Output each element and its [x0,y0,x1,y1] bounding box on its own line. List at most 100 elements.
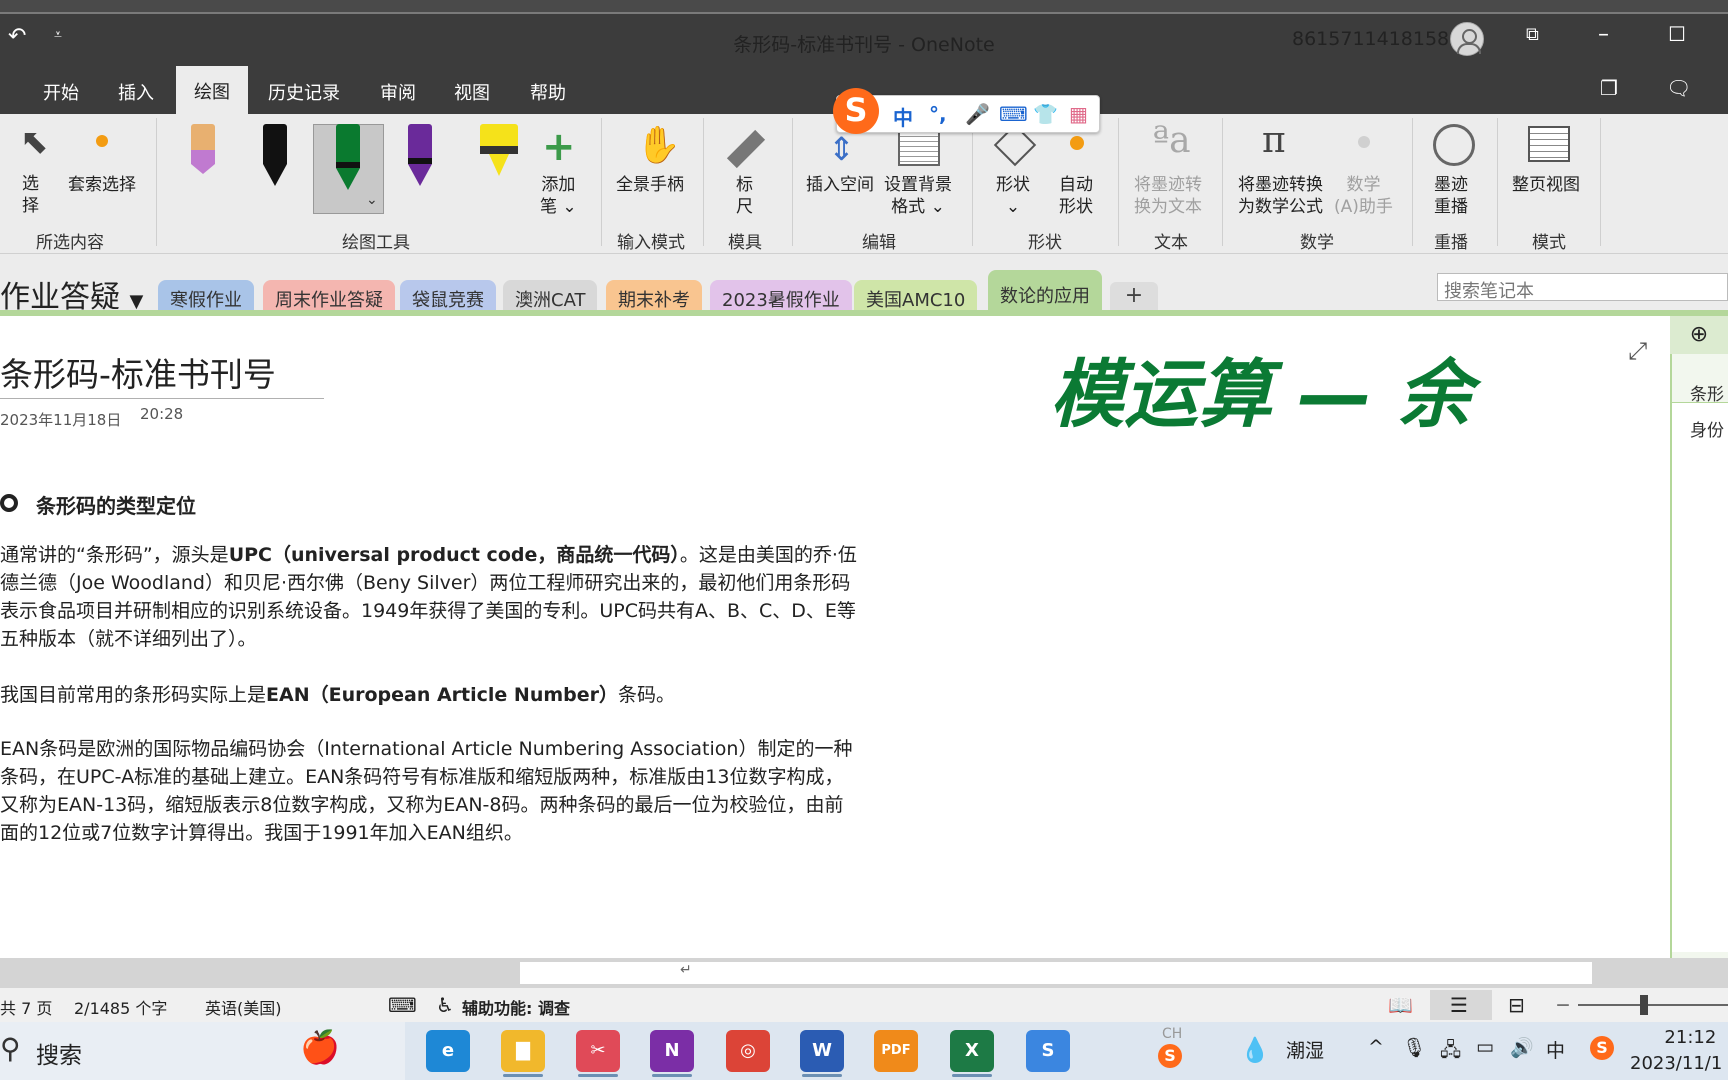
group-label-shapes: 形状 [1028,233,1062,253]
tab-home[interactable]: 开始 [43,79,79,105]
scroll-marker: ↵ [680,962,692,978]
zoom-out-icon[interactable]: － [1555,992,1571,1016]
taskbar-clock[interactable]: 21:12 2023/11/1 [1630,1025,1722,1077]
insert-space-button[interactable]: 插入空间 [806,174,874,196]
select-button[interactable]: 选 择 [22,173,39,217]
ribbon-display-icon[interactable]: ⧉ [1526,26,1539,44]
text-run: 条码。 [618,684,676,706]
ruler-button[interactable]: 标 尺 [736,174,753,218]
paragraph-ean-intro[interactable]: 我国目前常用的条形码实际上是EAN（European Article Numbe… [0,681,860,709]
ime-voice-icon[interactable]: 🎤 [965,102,990,126]
accessibility-status[interactable]: 辅助功能: 调查 [462,995,570,1019]
taskbar-app-sogou[interactable]: S [1026,1030,1070,1072]
ime-toolbox-icon[interactable]: ▦ [1069,102,1088,126]
section-tab[interactable]: 袋鼠竞赛 [400,280,496,311]
pen-body [408,124,432,164]
ime-language-indicator[interactable]: 中 [1546,1036,1565,1063]
highlighter-yellow[interactable] [478,124,520,176]
ink-to-math-button[interactable]: 将墨迹转换 为数学公式 [1238,174,1323,218]
sogou-tray-icon[interactable]: S [1158,1044,1182,1068]
group-label-math: 数学 [1300,233,1334,253]
group-label-drawing-tools: 绘图工具 [342,233,410,253]
ribbon-separator [1118,118,1119,246]
pen-purple[interactable] [405,124,435,186]
reading-view-icon[interactable]: 📖 [1388,993,1413,1017]
paragraph-upc[interactable]: 通常讲的“条形码”，源头是UPC（universal product code，… [0,541,860,653]
sogou-tray-icon[interactable]: S [1590,1036,1614,1060]
shapes-button[interactable]: 形状 ⌄ [996,174,1030,218]
section-tab[interactable]: 美国AMC10 [854,280,978,311]
microphone-icon[interactable]: 🎙 [1402,1036,1426,1059]
pan-hand-button[interactable]: 全景手柄 [616,174,684,196]
add-section-button[interactable]: + [1110,282,1158,310]
tab-draw[interactable]: 绘图 [176,66,248,114]
section-tab[interactable]: 期末补考 [606,280,702,311]
ime-punctuation-icon[interactable]: °, [929,102,947,126]
ime-chinese-mode[interactable]: 中 [893,102,913,131]
page-title[interactable]: 条形码-标准书刊号 [0,348,276,396]
language-status[interactable]: 英语(美国) [205,995,282,1019]
ime-toolbar[interactable]: S 中 °, 🎤 ⌨ 👕 ▦ [833,88,1100,134]
taskbar-app-edge[interactable]: e [426,1030,470,1072]
pen-tip [336,168,360,190]
web-view-icon[interactable]: ⊟ [1508,993,1525,1017]
ime-skin-icon[interactable]: 👕 [1033,102,1058,126]
paragraph-ean-detail[interactable]: EAN条码是欧洲的国际物品编码协会（International Article … [0,735,860,847]
page-background-icon [898,130,940,166]
taskbar-app-chrome[interactable]: ◎ [726,1030,770,1072]
word-count[interactable]: 2/1485 个字 [74,995,167,1019]
taskbar-app-explorer[interactable]: ▇ [501,1030,545,1072]
tab-help[interactable]: 帮助 [530,79,566,105]
section-tab[interactable]: 周末作业答疑 [263,280,395,311]
taskbar-app-excel[interactable]: X [950,1030,994,1072]
taskbar-app-onenote[interactable]: N [650,1030,694,1072]
ime-keyboard-icon[interactable]: ⌨ [999,102,1028,126]
network-icon[interactable]: 🖧 [1440,1036,1461,1068]
search-highlight-icon[interactable]: 🍎 [300,1028,340,1066]
taskbar-app-word[interactable]: W [800,1030,844,1072]
maximize-icon[interactable]: ☐ [1668,24,1686,44]
minimize-icon[interactable]: – [1598,24,1609,46]
tab-history[interactable]: 历史记录 [268,79,340,105]
zoom-slider-thumb[interactable] [1640,995,1648,1015]
section-tab[interactable]: 寒假作业 [158,280,254,311]
chevron-down-icon[interactable]: ⌄ [366,192,378,208]
ink-replay-button[interactable]: 墨迹 重播 [1434,174,1468,218]
section-tab[interactable]: 2023暑假作业 [710,280,852,311]
show-hidden-icons[interactable]: ^ [1368,1036,1384,1058]
page-background-button[interactable]: 设置背景 格式 ⌄ [884,174,952,218]
tab-review[interactable]: 审阅 [380,79,416,105]
zoom-slider[interactable] [1578,1004,1728,1006]
section-heading[interactable]: 条形码的类型定位 [36,490,196,519]
handwriting-text: 模运算 — 余 [1050,352,1483,438]
add-page-button[interactable]: ⊕ [1670,316,1728,354]
sticky-notes-icon[interactable]: ❐ [1600,78,1618,98]
page-list-item[interactable]: 身份 [1690,416,1724,441]
pen-black[interactable] [260,124,290,186]
full-page-view-button[interactable]: 整页视图 [1512,174,1580,196]
ribbon-separator [1412,118,1413,246]
account-name[interactable]: 8615711418158 [1292,28,1449,50]
taskbar-app-pdf[interactable]: PDF [874,1030,918,1072]
taskbar-search-label[interactable]: 搜索 [36,1036,82,1070]
pen-green[interactable] [333,124,363,190]
tab-insert[interactable]: 插入 [118,79,154,105]
tab-view[interactable]: 视图 [454,79,490,105]
auto-shapes-button[interactable]: 自动 形状 [1059,174,1093,218]
taskbar-app-snipping[interactable]: ✂ [576,1030,620,1072]
add-pen-button[interactable]: 添加 笔 ⌄ [540,174,577,218]
accessibility-icon: ♿ [436,993,454,1017]
search-notebook-input[interactable]: 搜索笔记本 [1437,273,1728,302]
expand-icon[interactable]: ⤢ [1628,337,1647,365]
lasso-select-button[interactable]: 套索选择 [68,174,136,196]
battery-icon[interactable]: ▭ [1476,1036,1494,1058]
volume-icon[interactable]: 🔊 [1510,1036,1534,1059]
comments-icon[interactable]: 🗨 [1666,78,1691,98]
avatar[interactable] [1450,22,1484,56]
pen-orange[interactable] [188,124,218,174]
handwriting-ink[interactable]: 模运算 — 余 [1040,340,1500,440]
keyboard-icon[interactable]: ⌨ [388,993,417,1017]
weather-label[interactable]: 潮湿 [1286,1036,1324,1063]
section-tab[interactable]: 数论的应用 [988,270,1102,312]
section-tab[interactable]: 澳洲CAT [503,280,598,311]
